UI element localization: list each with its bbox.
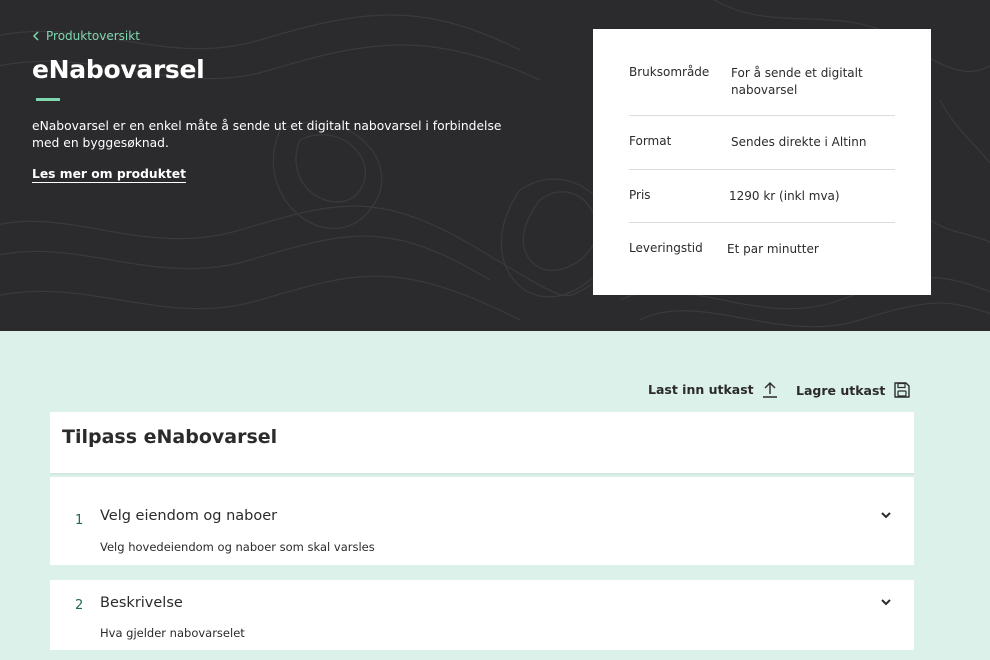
info-label: Pris xyxy=(629,188,651,202)
info-row-usage: Bruksområde For å sende et digitalt nabo… xyxy=(629,29,895,116)
step-title: Velg eiendom og naboer xyxy=(100,508,278,524)
load-draft-label: Last inn utkast xyxy=(648,382,754,397)
customize-panel-header: Tilpass eNabovarsel xyxy=(50,412,914,475)
info-label: Bruksområde xyxy=(629,65,710,79)
read-more-link[interactable]: Les mer om produktet xyxy=(32,167,186,183)
info-label: Leveringstid xyxy=(629,241,703,255)
save-draft-label: Lagre utkast xyxy=(796,382,886,398)
info-value: Sendes direkte i Altinn xyxy=(731,135,867,149)
info-row-delivery: Leveringstid Et par minutter xyxy=(629,223,895,276)
chevron-left-icon xyxy=(32,31,39,41)
chevron-down-icon[interactable] xyxy=(880,511,892,519)
step-description[interactable]: 2 Beskrivelse Hva gjelder nabovarselet xyxy=(50,580,914,650)
product-info-card: Bruksområde For å sende et digitalt nabo… xyxy=(593,29,931,295)
step-title: Beskrivelse xyxy=(100,595,183,611)
back-link-label: Produktoversikt xyxy=(46,29,140,43)
floppy-disk-icon xyxy=(894,382,911,398)
upload-icon xyxy=(762,382,777,398)
step-number: 1 xyxy=(75,513,84,528)
info-value: Et par minutter xyxy=(727,242,819,256)
panel-title: Tilpass eNabovarsel xyxy=(62,426,278,448)
product-hero: Produktoversikt eNabovarsel eNabovarsel … xyxy=(0,0,990,331)
info-label: Format xyxy=(629,134,672,148)
step-number: 2 xyxy=(75,598,84,613)
title-accent-bar xyxy=(36,98,60,101)
step-subtitle: Velg hovedeiendom og naboer som skal var… xyxy=(100,540,375,554)
info-value: 1290 kr (inkl mva) xyxy=(729,189,840,203)
step-select-property[interactable]: 1 Velg eiendom og naboer Velg hovedeiend… xyxy=(50,477,914,565)
back-to-product-overview-link[interactable]: Produktoversikt xyxy=(32,29,140,43)
load-draft-button[interactable]: Last inn utkast xyxy=(648,381,778,398)
save-draft-button[interactable]: Lagre utkast xyxy=(796,381,911,399)
step-subtitle: Hva gjelder nabovarselet xyxy=(100,626,245,640)
chevron-down-icon[interactable] xyxy=(880,598,892,606)
info-row-price: Pris 1290 kr (inkl mva) xyxy=(629,170,895,223)
info-value: For å sende et digitalt nabovarsel xyxy=(731,66,863,97)
page-title: eNabovarsel xyxy=(32,55,205,84)
info-row-format: Format Sendes direkte i Altinn xyxy=(629,116,895,170)
product-description: eNabovarsel er en enkel måte å sende ut … xyxy=(32,119,502,150)
